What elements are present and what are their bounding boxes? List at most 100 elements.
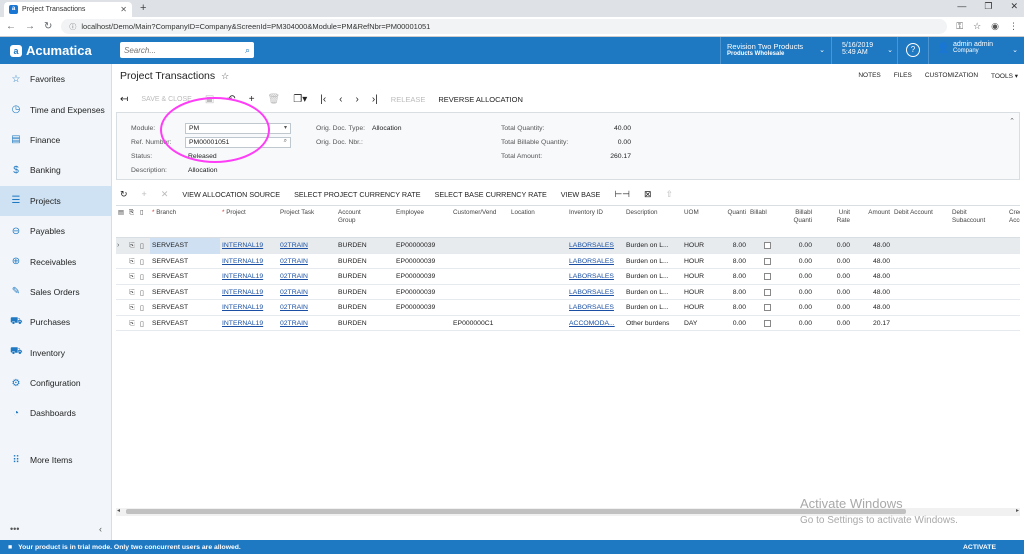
attachment-icon[interactable]: ⎘ — [129, 289, 135, 297]
minimize-icon[interactable]: — — [957, 1, 966, 12]
upload-icon[interactable]: ⇧ — [666, 189, 674, 200]
col-billable[interactable]: Billabl — [750, 209, 774, 217]
add-icon[interactable]: + — [249, 94, 255, 105]
col-location[interactable]: Location — [511, 209, 561, 217]
cell-inventory[interactable]: LABORSALES — [569, 242, 621, 249]
attachment-icon[interactable]: ⎘ — [129, 273, 135, 281]
delete-icon[interactable]: 🗑 — [268, 94, 281, 105]
attachment-icon[interactable]: ⎘ — [129, 258, 135, 266]
sidebar-item-more-items[interactable]: ⠿ More Items — [0, 445, 111, 475]
fit-columns-icon[interactable]: ⊢⊣ — [614, 189, 630, 200]
delete-row-icon[interactable]: ✕ — [161, 189, 169, 200]
copy-paste-icon[interactable]: ❐▾ — [293, 94, 307, 105]
table-row[interactable]: › ⎘ ▯ SERVEAST INTERNAL19 02TRAIN BURDEN EP0000… — [116, 238, 1020, 254]
billable-checkbox[interactable] — [764, 288, 771, 296]
user-menu[interactable]: 👤 admin admin Company ⌄ — [928, 37, 1024, 64]
export-excel-icon[interactable]: ⊠ — [644, 189, 652, 200]
undo-icon[interactable]: ↶ — [227, 94, 235, 105]
col-amount[interactable]: Amount — [858, 209, 890, 217]
col-inventory-id[interactable]: Inventory ID — [569, 209, 624, 217]
billable-checkbox[interactable] — [764, 242, 771, 249]
restore-icon[interactable]: ❐ — [984, 1, 992, 12]
save-icon[interactable]: ▣ — [205, 94, 214, 105]
note-icon[interactable]: ▯ — [140, 304, 144, 312]
col-billable-qty[interactable]: Billabl Quanti — [786, 209, 812, 225]
table-row[interactable]: ⎘ ▯ SERVEAST INTERNAL19 02TRAIN BURDEN EP00000… — [116, 316, 1020, 331]
attachment-icon[interactable]: ⎘ — [129, 320, 135, 328]
table-row[interactable]: ⎘ ▯ SERVEAST INTERNAL19 02TRAIN BURDEN EP00000… — [116, 285, 1020, 300]
col-employee[interactable]: Employee — [396, 209, 446, 217]
cell-inventory[interactable]: LABORSALES — [569, 258, 621, 265]
sidebar-item-purchases[interactable]: ⛟ Purchases — [0, 307, 111, 337]
sidebar-item-favorites[interactable]: ☆ Favorites — [0, 64, 111, 94]
description-field[interactable]: Allocation — [188, 167, 217, 174]
col-debit-account[interactable]: Debit Account — [894, 209, 946, 217]
reload-icon[interactable]: ↻ — [44, 21, 52, 32]
menu-dots-icon[interactable]: ⋮ — [1009, 21, 1018, 32]
cell-project[interactable]: INTERNAL19 — [222, 320, 274, 327]
sidebar-item-payables[interactable]: ⊖ Payables — [0, 216, 111, 246]
note-icon[interactable]: ▯ — [140, 289, 144, 297]
collapse-sidebar-icon[interactable]: ‹ — [99, 524, 102, 534]
note-icon[interactable]: ▯ — [140, 258, 144, 266]
previous-record-icon[interactable]: ‹ — [339, 94, 342, 105]
activate-link[interactable]: ACTIVATE — [963, 544, 996, 551]
note-icon[interactable]: ▯ — [140, 242, 144, 250]
col-debit-subaccount[interactable]: Debit Subaccount — [952, 209, 1000, 225]
lookup-search-icon[interactable]: ⌕ — [284, 138, 287, 145]
more-dots-icon[interactable]: ••• — [10, 524, 19, 534]
col-branch[interactable]: * Branch — [152, 209, 176, 217]
acumatica-logo[interactable]: a Acumatica — [10, 43, 92, 58]
sidebar-item-projects[interactable]: ☰ Projects — [0, 185, 111, 216]
close-window-icon[interactable]: ✕ — [1010, 1, 1018, 12]
table-row[interactable]: ⎘ ▯ SERVEAST INTERNAL19 02TRAIN BURDEN EP00000… — [116, 254, 1020, 269]
sidebar-item-banking[interactable]: $ Banking — [0, 155, 111, 185]
notes-link[interactable]: NOTES — [858, 72, 880, 80]
col-project[interactable]: * Project — [222, 209, 246, 217]
view-allocation-source-button[interactable]: VIEW ALLOCATION SOURCE — [182, 190, 280, 199]
bookmark-star-icon[interactable]: ☆ — [973, 21, 981, 32]
cell-project[interactable]: INTERNAL19 — [222, 304, 274, 311]
table-row[interactable]: ⎘ ▯ SERVEAST INTERNAL19 02TRAIN BURDEN EP00000… — [116, 269, 1020, 285]
tools-link[interactable]: TOOLS ▾ — [991, 72, 1018, 80]
cell-task[interactable]: 02TRAIN — [280, 320, 330, 327]
help-icon[interactable]: ? — [906, 43, 920, 57]
module-select[interactable]: PM ▾ — [185, 123, 291, 134]
cell-task[interactable]: 02TRAIN — [280, 289, 330, 296]
cell-project[interactable]: INTERNAL19 — [222, 258, 274, 265]
select-base-currency-rate-button[interactable]: SELECT BASE CURRENCY RATE — [435, 190, 547, 199]
first-record-icon[interactable]: |‹ — [320, 94, 326, 105]
scrollbar-thumb[interactable] — [126, 509, 906, 514]
col-account-group[interactable]: Account Group — [338, 209, 378, 225]
sidebar-item-receivables[interactable]: ⊕ Receivables — [0, 246, 111, 276]
scroll-right-icon[interactable]: ▸ — [1016, 507, 1019, 514]
files-link[interactable]: FILES — [894, 72, 912, 80]
browser-tab[interactable]: a Project Transactions ✕ — [4, 2, 132, 17]
cell-task[interactable]: 02TRAIN — [280, 273, 330, 280]
next-record-icon[interactable]: › — [356, 94, 359, 105]
table-row[interactable]: ⎘ ▯ SERVEAST INTERNAL19 02TRAIN BURDEN EP00000… — [116, 300, 1020, 316]
collapse-form-icon[interactable]: ⌃ — [1009, 117, 1015, 125]
sidebar-item-sales-orders[interactable]: ✎ Sales Orders — [0, 277, 111, 307]
row-settings-icon[interactable]: ▤ — [118, 209, 124, 217]
search-input[interactable] — [124, 45, 245, 55]
add-row-icon[interactable]: + — [142, 189, 147, 199]
account-icon[interactable]: ◉ — [991, 21, 999, 32]
release-button[interactable]: RELEASE — [391, 95, 426, 104]
key-icon[interactable]: ⚿ — [956, 21, 963, 32]
note-icon[interactable]: ▯ — [140, 320, 144, 328]
customization-link[interactable]: CUSTOMIZATION — [925, 72, 978, 80]
billable-checkbox[interactable] — [764, 319, 771, 327]
sidebar-item-dashboards[interactable]: ◔ Dashboards — [0, 398, 111, 428]
cell-task[interactable]: 02TRAIN — [280, 242, 330, 249]
business-date-selector[interactable]: 5/16/2019 5:49 AM ⌄ — [838, 37, 898, 64]
global-search[interactable]: ⌕ — [120, 42, 254, 58]
favorite-star-icon[interactable]: ☆ — [221, 71, 229, 82]
cell-inventory[interactable]: LABORSALES — [569, 304, 621, 311]
close-tab-icon[interactable]: ✕ — [120, 5, 127, 14]
col-credit-account[interactable]: Cred Acco — [1009, 209, 1020, 225]
sidebar-item-finance[interactable]: ▤ Finance — [0, 125, 111, 155]
last-record-icon[interactable]: ›| — [372, 94, 378, 105]
sidebar-item-time-and-expenses[interactable]: ◷ Time and Expenses — [0, 94, 111, 124]
cell-task[interactable]: 02TRAIN — [280, 304, 330, 311]
